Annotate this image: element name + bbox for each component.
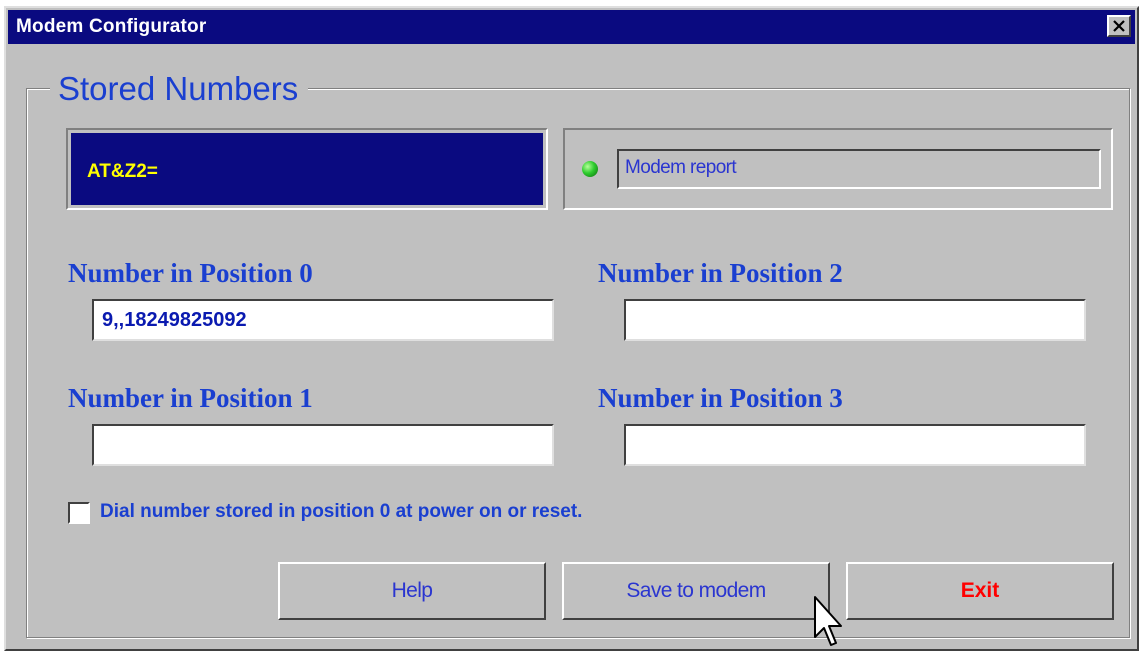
stored-numbers-label: Stored Numbers: [50, 70, 309, 108]
modem-report-text: Modem report: [625, 157, 737, 178]
dial-on-power-checkbox[interactable]: [68, 502, 90, 524]
close-button[interactable]: [1107, 15, 1131, 37]
mouse-cursor-icon: [814, 596, 842, 646]
title-bar[interactable]: Modem Configurator: [8, 10, 1135, 44]
position-2-label: Number in Position 2: [598, 258, 843, 288]
help-button[interactable]: Help: [278, 562, 546, 620]
at-command-display: AT&Z2=: [71, 133, 543, 205]
position-3-input[interactable]: [624, 424, 1086, 466]
save-to-modem-button[interactable]: Save to modem: [562, 562, 830, 620]
at-command-panel: AT&Z2=: [66, 128, 548, 210]
dial-on-power-label[interactable]: Dial number stored in position 0 at powe…: [100, 501, 582, 523]
position-2-input[interactable]: [624, 299, 1086, 341]
modem-report-panel: Modem report: [563, 128, 1113, 210]
position-0-input[interactable]: [92, 299, 554, 341]
window-title: Modem Configurator: [16, 16, 207, 37]
status-led-icon: [582, 161, 598, 177]
modem-report-field: Modem report: [617, 149, 1101, 189]
position-1-input[interactable]: [92, 424, 554, 466]
position-1-label: Number in Position 1: [68, 383, 313, 413]
position-0-label: Number in Position 0: [68, 258, 313, 288]
at-command-text: AT&Z2=: [87, 161, 158, 182]
exit-button[interactable]: Exit: [846, 562, 1114, 620]
position-3-label: Number in Position 3: [598, 383, 843, 413]
close-icon: [1113, 20, 1125, 32]
